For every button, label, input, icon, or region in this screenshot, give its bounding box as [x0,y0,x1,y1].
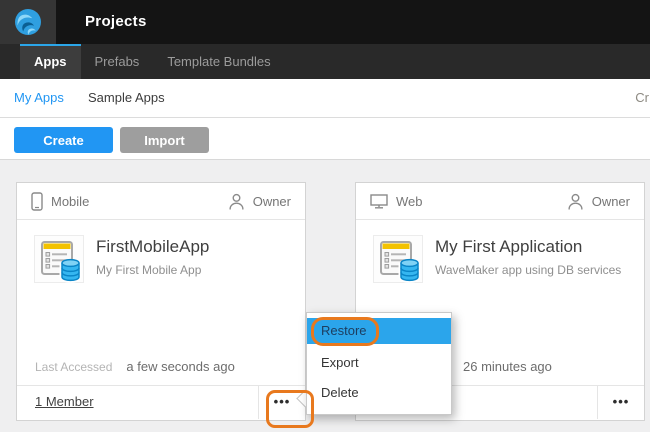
card-context-menu: Restore Export Delete [306,312,452,415]
card-footer: 1 Member ••• [17,385,305,420]
wavemaker-logo-icon [14,8,42,36]
card-header: Web Owner [356,183,644,220]
apps-subnav: My Apps Sample Apps Cr [0,79,650,118]
mobile-phone-icon [31,192,43,211]
card-menu-dots-button[interactable]: ••• [597,386,644,419]
last-accessed-row: Last Accessed a few seconds ago [35,359,235,374]
database-icon [401,260,418,281]
card-menu-dots-button[interactable]: ••• [258,386,305,419]
tab-template-bundles[interactable]: Template Bundles [153,44,284,79]
tab-prefabs[interactable]: Prefabs [81,44,154,79]
tab-apps[interactable]: Apps [20,44,81,79]
app-description: WaveMaker app using DB services [435,263,621,277]
web-monitor-icon [370,194,388,209]
toolbar: Create Import [0,118,650,160]
last-accessed-value: a few seconds ago [126,359,234,374]
app-icon[interactable] [373,235,423,283]
subnav-right-clipped-text[interactable]: Cr [635,79,649,117]
main-tabs: Apps Prefabs Template Bundles [0,44,650,79]
platform-label: Mobile [51,194,89,209]
app-name[interactable]: FirstMobileApp [96,237,209,257]
role-label: Owner [592,194,630,209]
projects-page: Projects Apps Prefabs Template Bundles M… [0,0,650,432]
wavemaker-logo[interactable] [0,0,56,44]
person-icon [228,193,245,210]
person-icon [567,193,584,210]
card-header: Mobile Owner [17,183,305,220]
app-header: Projects [0,0,650,44]
role-label: Owner [253,194,291,209]
last-accessed-value: 26 minutes ago [463,359,552,374]
menu-item-restore[interactable]: Restore [307,318,451,344]
subnav-sample-apps[interactable]: Sample Apps [88,79,165,117]
import-button[interactable]: Import [120,127,209,153]
platform-label: Web [396,194,423,209]
create-button[interactable]: Create [14,127,113,153]
app-description: My First Mobile App [96,263,201,277]
subnav-my-apps[interactable]: My Apps [14,79,64,117]
app-card-firstmobileapp: Mobile Owner [16,182,306,421]
database-icon [62,260,79,281]
members-link[interactable]: 1 Member [35,386,94,418]
menu-item-export[interactable]: Export [307,348,451,378]
app-name[interactable]: My First Application [435,237,582,257]
app-icon[interactable] [34,235,84,283]
page-title: Projects [85,0,147,44]
last-accessed-label: Last Accessed [35,360,112,374]
menu-item-delete[interactable]: Delete [307,378,451,408]
